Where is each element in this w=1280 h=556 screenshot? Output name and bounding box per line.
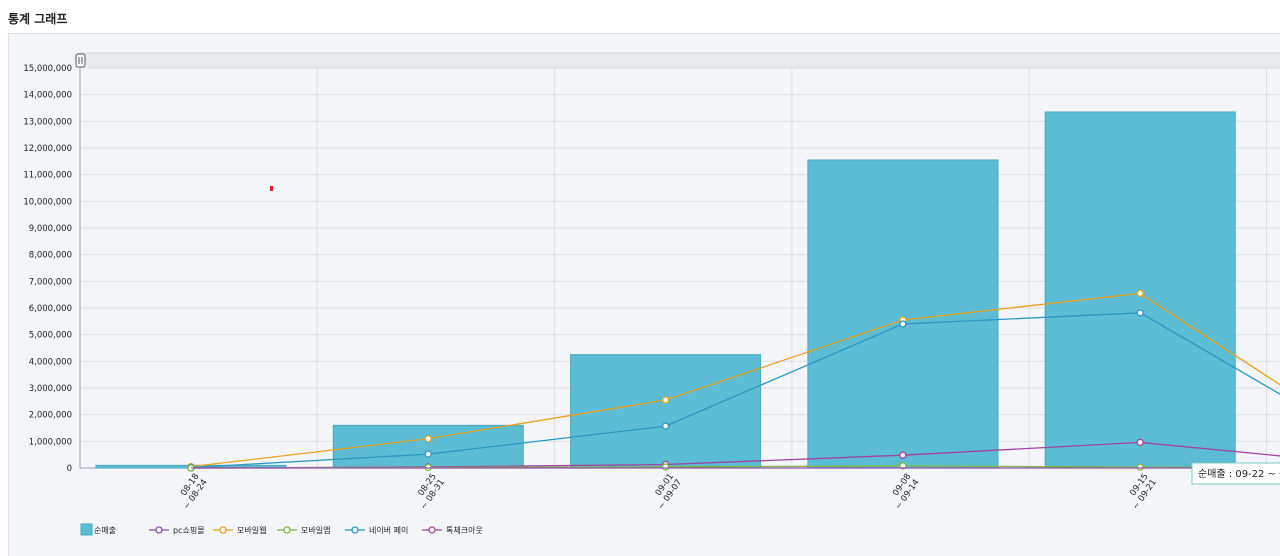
series-point	[1136, 289, 1144, 297]
tooltip-text: 순매출 : 09-22 ~ 0	[1198, 468, 1280, 480]
y-tick-label: 11,000,000	[23, 171, 72, 181]
series-point	[424, 450, 432, 458]
y-tick-label: 2,000,000	[29, 411, 72, 421]
bar-net-sales	[807, 159, 999, 469]
legend-marker	[219, 526, 227, 534]
scroll-track[interactable]	[79, 52, 1280, 69]
x-tick-label: 08-25~ 08-31	[411, 472, 447, 512]
y-tick-label: 7,000,000	[29, 277, 72, 287]
legend-label: pc쇼핑몰	[173, 525, 205, 535]
y-tick-label: 1,000,000	[29, 437, 72, 447]
series-point	[424, 435, 432, 443]
series-point	[661, 422, 670, 430]
legend-marker	[351, 526, 359, 534]
tooltip: 순매출 : 09-22 ~ 0	[1191, 462, 1280, 485]
y-axis: 0 1,000,000 2,000,000 3,000,000 4,000,000 5,0…	[23, 64, 72, 474]
y-tick-label: 5,000,000	[29, 331, 72, 341]
x-tick-label: 09-08~ 09-14	[885, 472, 921, 512]
x-tick-label: 09-01~ 09-07	[648, 472, 684, 512]
scroll-handle[interactable]	[75, 53, 86, 68]
chart-panel: 0 1,000,000 2,000,000 3,000,000 4,000,000 5,0…	[8, 33, 1280, 556]
y-tick-label: 4,000,000	[29, 357, 72, 367]
legend-label: 네이버 페이	[369, 525, 408, 535]
legend: 순매출 pc쇼핑몰 모바일웹 모바일앱 네이버 페이 톡체크아웃	[80, 523, 483, 536]
y-tick-label: 15,000,000	[23, 64, 72, 74]
legend-marker	[428, 526, 436, 534]
y-tick-label: 3,000,000	[29, 384, 72, 394]
series-point	[899, 451, 907, 459]
y-tick-label: 14,000,000	[23, 91, 72, 101]
x-tick-label: 08-18~ 08-24	[173, 472, 209, 512]
legend-label: 순매출	[94, 525, 116, 535]
series-point	[661, 463, 670, 471]
stats-chart: 0 1,000,000 2,000,000 3,000,000 4,000,000 5,0…	[23, 52, 1280, 536]
series-point	[661, 396, 670, 404]
y-tick-label: 9,000,000	[29, 224, 72, 234]
legend-marker	[283, 526, 291, 534]
legend-label: 톡체크아웃	[446, 525, 483, 535]
legend-swatch-bar	[80, 523, 93, 536]
y-tick-label: 8,000,000	[29, 251, 72, 261]
y-tick-label: 6,000,000	[29, 304, 72, 314]
page-title: 통계 그래프	[8, 12, 68, 26]
legend-label: 모바일앱	[301, 525, 330, 535]
y-tick-label: 13,000,000	[23, 117, 72, 127]
x-axis: 08-18~ 08-24 08-25~ 08-31 09-01~ 09-07 09-0…	[173, 472, 1159, 512]
x-tick-label: 09-15~ 09-21	[1123, 472, 1159, 512]
series-point	[899, 320, 907, 328]
y-tick-label: 12,000,000	[23, 144, 72, 154]
legend-label: 모바일웹	[237, 525, 266, 535]
legend-marker	[155, 526, 163, 534]
red-marker	[270, 186, 273, 191]
series-point	[1136, 309, 1144, 317]
series-point	[1136, 438, 1144, 447]
y-tick-label: 0	[67, 464, 72, 474]
y-tick-label: 10,000,000	[23, 197, 72, 207]
series-point	[1136, 463, 1144, 471]
